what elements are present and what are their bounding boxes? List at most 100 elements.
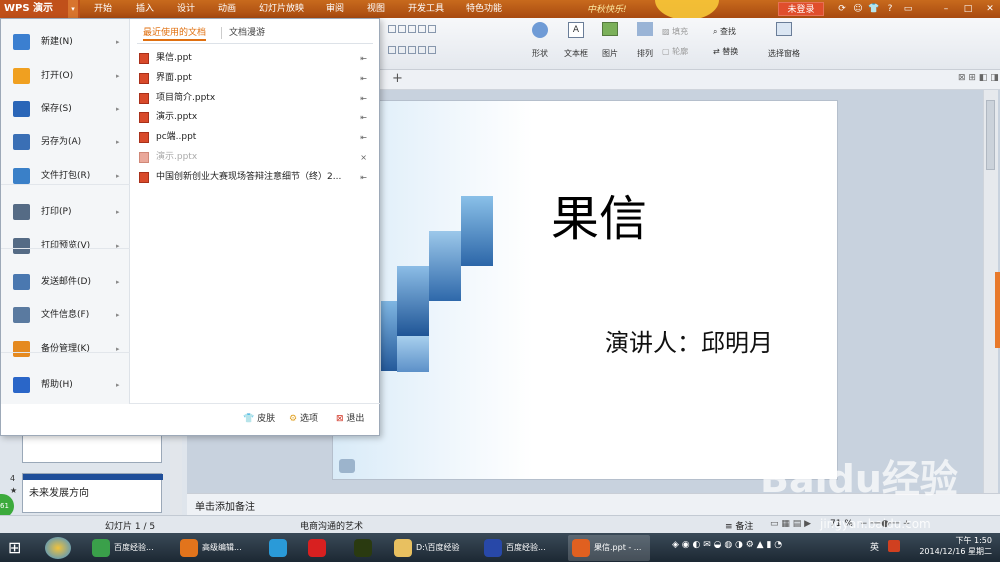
tab-1[interactable]: 插入 [136, 0, 154, 18]
side-tab[interactable] [995, 272, 1000, 348]
scroll-thumb[interactable] [986, 100, 995, 170]
recent-file-item[interactable]: 演示.pptx × [139, 148, 373, 167]
restore-icon[interactable]: ▭ [902, 3, 914, 15]
shirt-icon[interactable]: 👕 [868, 3, 880, 15]
replace-button[interactable]: ⇄ 替换 [713, 46, 738, 57]
menu-item-8[interactable]: 文件信息(F) ▸ [1, 299, 130, 331]
skin-button[interactable]: 👕 皮肤 [243, 411, 275, 427]
slide-thumbnail-3[interactable] [22, 435, 162, 463]
pin-icon[interactable]: ⇤ [360, 128, 367, 147]
menu-item-4[interactable]: 文件打包(R) ▸ [1, 160, 130, 192]
recent-file-item[interactable]: 演示.pptx ⇤ [139, 108, 373, 127]
taskbar-item-3[interactable] [304, 535, 344, 561]
options-button[interactable]: ⚙ 选项 [289, 411, 318, 427]
recent-file-name: 果信.ppt [156, 53, 192, 63]
clock[interactable]: 下午 1:50 2014/12/16 星期二 [912, 535, 992, 557]
menu-item-3[interactable]: 另存为(A) ▸ [1, 126, 130, 158]
tab-tool-icon[interactable]: ⊠ ⊞ ◧ ◨ [958, 73, 999, 83]
sync-icon[interactable]: ⟳ [836, 3, 848, 15]
recent-file-item[interactable]: 果信.ppt ⇤ [139, 49, 373, 68]
taskbar-item-2[interactable] [265, 535, 299, 561]
pin-icon[interactable]: ⇤ [360, 49, 367, 68]
align-left-icon[interactable] [388, 24, 396, 33]
user-icon[interactable]: ☺ [852, 3, 864, 15]
taskbar-item-4[interactable] [350, 535, 386, 561]
tab-recent-documents[interactable]: 最近使用的文档 [143, 25, 207, 41]
fill-button[interactable]: ▨ 填充 [662, 26, 688, 37]
tab-0[interactable]: 开始 [94, 0, 112, 18]
pin-icon[interactable]: ⇤ [360, 168, 367, 187]
ime-indicator[interactable]: 英 [870, 540, 879, 553]
align-left-icon[interactable] [388, 45, 396, 54]
menu-item-0[interactable]: 新建(N) ▸ [1, 26, 130, 58]
app-launcher-icon[interactable] [45, 537, 71, 559]
picture-button[interactable]: 图片 [596, 22, 624, 66]
chevron-down-icon[interactable]: ▾ [68, 0, 78, 18]
tab-5[interactable]: 审阅 [326, 0, 344, 18]
slide-title[interactable]: 果信 [551, 179, 647, 249]
slide-subtitle[interactable]: 演讲人：邱明月 [605, 323, 773, 358]
tab-8[interactable]: 特色功能 [466, 0, 502, 18]
chevron-right-icon: ▸ [116, 311, 120, 319]
help-icon[interactable]: ? [884, 3, 896, 15]
new-tab-button[interactable]: + [392, 71, 403, 86]
columns-icon[interactable] [428, 24, 436, 33]
taskbar-item-7[interactable]: 果信.ppt - ... [568, 535, 650, 561]
ime-icon[interactable] [888, 540, 900, 552]
login-button[interactable]: 未登录 [778, 2, 824, 16]
tab-6[interactable]: 视图 [367, 0, 385, 18]
minimize-icon[interactable]: – [940, 3, 952, 15]
animation-icon[interactable] [339, 459, 355, 473]
align-right-icon[interactable] [408, 45, 416, 54]
wps-menu-button[interactable]: WPS 演示 ▾ [0, 0, 80, 18]
remove-icon[interactable]: × [360, 148, 367, 167]
find-label: 查找 [720, 27, 737, 36]
menu-item-7[interactable]: 发送邮件(D) ▸ [1, 266, 130, 298]
align-center-icon[interactable] [398, 24, 406, 33]
watermark-url: jingyan.baidu.com [820, 517, 931, 531]
recent-file-item[interactable]: 项目简介.pptx ⇤ [139, 89, 373, 108]
textbox-button[interactable]: A 文本框 [558, 22, 594, 66]
taskbar-item-5[interactable]: D:\百度经验 [390, 535, 474, 561]
view-buttons[interactable]: ▭ ▦ ▤ ▶ [770, 519, 811, 529]
tab-2[interactable]: 设计 [177, 0, 195, 18]
slide-1[interactable]: 果信 演讲人：邱明月 [332, 100, 838, 480]
pin-icon[interactable]: ⇤ [360, 89, 367, 108]
menu-item-6[interactable]: 打印预览(V) ▸ [1, 230, 130, 262]
recent-file-item[interactable]: pc端..ppt ⇤ [139, 128, 373, 147]
slide-thumbnail-4[interactable]: 未来发展方向 [22, 473, 163, 513]
tab-7[interactable]: 开发工具 [408, 0, 444, 18]
recent-file-item[interactable]: 界面.ppt ⇤ [139, 69, 373, 88]
menu-item-5[interactable]: 打印(P) ▸ [1, 196, 130, 228]
tab-3[interactable]: 动画 [218, 0, 236, 18]
menu-item-10[interactable]: 帮助(H) ▸ [1, 369, 130, 401]
shape-button[interactable]: 形状 [523, 22, 557, 66]
distribute-icon[interactable] [428, 45, 436, 54]
pin-icon[interactable]: ⇤ [360, 108, 367, 127]
maximize-icon[interactable]: □ [962, 3, 974, 15]
menu-item-2[interactable]: 保存(S) ▸ [1, 93, 130, 125]
windows-start-icon[interactable]: ⊞ [8, 538, 21, 557]
tray-icons[interactable]: ◈ ◉ ◐ ✉ ◒ ◍ ◑ ⚙ ▲ ▮ ◔ [672, 540, 782, 550]
taskbar-item-0[interactable]: 百度经验... [88, 535, 170, 561]
align-center-icon[interactable] [398, 45, 406, 54]
justify-icon[interactable] [418, 45, 426, 54]
taskbar-item-1[interactable]: 高级编辑... [176, 535, 260, 561]
pin-icon[interactable]: ⇤ [360, 69, 367, 88]
tab-document-roaming[interactable]: 文档漫游 [229, 25, 265, 41]
recent-file-item[interactable]: 中国创新创业大赛现场答辩注意细节（终）2... ⇤ [139, 168, 373, 187]
align-right-icon[interactable] [408, 24, 416, 33]
tab-4[interactable]: 幻灯片放映 [259, 0, 304, 18]
justify-icon[interactable] [418, 24, 426, 33]
chevron-right-icon: ▸ [116, 105, 120, 113]
close-icon[interactable]: ✕ [984, 3, 996, 15]
menu-item-1[interactable]: 打开(O) ▸ [1, 60, 130, 92]
exit-button[interactable]: ⊠ 退出 [336, 411, 364, 427]
find-button[interactable]: ⌕ 查找 [713, 26, 736, 37]
select-pane-button[interactable]: 选择窗格 [764, 22, 804, 66]
arrange-button[interactable]: 排列 [630, 22, 660, 66]
taskbar-item-6[interactable]: 百度经验... [480, 535, 564, 561]
menu-item-9[interactable]: 备份管理(K) ▸ [1, 333, 130, 365]
outline-button[interactable]: ▢ 轮廓 [662, 46, 688, 57]
notes-toggle[interactable]: ≡ 备注 [725, 519, 753, 532]
